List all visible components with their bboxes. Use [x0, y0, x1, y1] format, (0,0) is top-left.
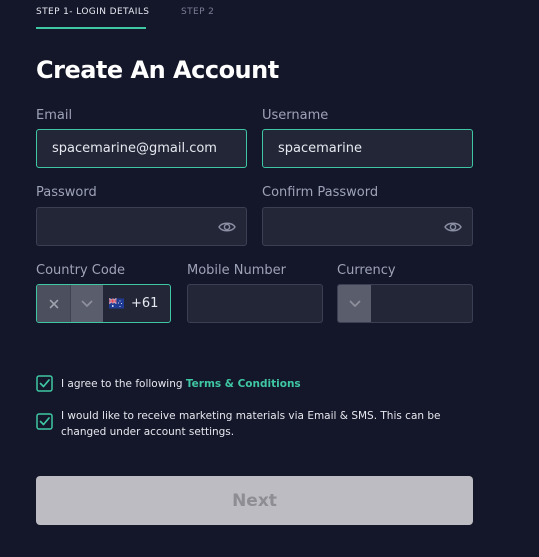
close-icon [49, 299, 58, 308]
terms-checkbox[interactable] [36, 375, 53, 392]
eye-icon[interactable] [444, 219, 462, 235]
currency-label: Currency [337, 263, 396, 278]
terms-prefix: I agree to the following [61, 378, 186, 390]
clear-button[interactable] [37, 285, 70, 322]
step-2-tab[interactable]: STEP 2 [181, 7, 214, 17]
password-label: Password [36, 185, 97, 200]
email-value: spacemarine@gmail.com [52, 141, 217, 156]
next-button[interactable]: Next [36, 476, 473, 525]
australia-flag-icon [109, 298, 124, 309]
confirm-password-field[interactable] [262, 207, 473, 246]
mobile-number-label: Mobile Number [187, 263, 286, 278]
country-code-label: Country Code [36, 263, 126, 278]
confirm-password-label: Confirm Password [262, 185, 379, 200]
chevron-down-icon [349, 300, 360, 307]
terms-text: I agree to the following Terms & Conditi… [61, 376, 481, 392]
step-1-tab[interactable]: STEP 1- LOGIN DETAILS [36, 7, 149, 17]
create-account-page: STEP 1- LOGIN DETAILS STEP 2 Create An A… [0, 0, 539, 557]
currency-select[interactable] [337, 284, 473, 323]
mobile-number-field[interactable] [187, 284, 323, 323]
email-label: Email [36, 108, 73, 123]
chevron-down-icon [81, 300, 93, 307]
country-code-select[interactable]: +61 [36, 284, 171, 323]
page-title: Create An Account [36, 56, 279, 84]
active-step-underline [36, 27, 146, 29]
step-indicator: STEP 1- LOGIN DETAILS STEP 2 [36, 0, 476, 30]
country-code-value: +61 [131, 296, 159, 311]
username-label: Username [262, 108, 329, 123]
marketing-text: I would like to receive marketing materi… [61, 410, 441, 438]
username-field[interactable]: spacemarine [262, 129, 473, 168]
password-field[interactable] [36, 207, 247, 246]
country-dropdown-toggle[interactable] [70, 285, 103, 322]
email-field[interactable]: spacemarine@gmail.com [36, 129, 247, 168]
eye-icon[interactable] [218, 219, 236, 235]
currency-dropdown-toggle[interactable] [338, 285, 371, 322]
marketing-checkbox[interactable] [36, 413, 53, 430]
username-value: spacemarine [278, 141, 362, 156]
terms-link[interactable]: Terms & Conditions [186, 378, 301, 390]
